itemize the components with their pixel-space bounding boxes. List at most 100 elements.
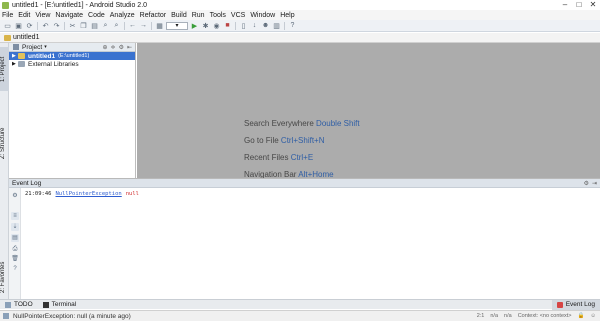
hint-search-everywhere: Search Everywhere Double Shift [244,119,360,128]
toolbar: ▭ ▣ ⟳ ↶ ↷ ✂ ❐ ▤ ⌕ ⌕ ← → ▦ ▾ ▶ ✱ ◉ ■ ▯ ↓ … [0,20,600,32]
menu-tools[interactable]: Tools [210,12,226,19]
forward-icon[interactable]: → [139,21,148,30]
run-config-select[interactable]: ▾ [166,21,188,30]
event-log-entry: 21:09:46 NullPointerException null [25,191,139,197]
hide-icon[interactable]: ⇥ [592,180,597,187]
inspector-icon[interactable]: ☺ [590,313,596,319]
find-icon[interactable]: ⌕ [101,21,110,30]
hint-go-to-file: Go to File Ctrl+Shift+N [244,136,325,145]
tab-project[interactable]: 1: Project [0,47,9,91]
encoding[interactable]: n/a [504,313,512,319]
folder-icon [18,53,25,59]
status-bar: NullPointerException: null (a minute ago… [0,310,600,321]
mark-read-icon[interactable]: ▤ [11,234,19,242]
scroll-to-end-icon[interactable]: ⇣ [11,223,19,231]
run-icon[interactable]: ▶ [190,21,199,30]
print-icon[interactable]: ⎙ [11,245,19,253]
avd-manager-icon[interactable]: ▯ [239,21,248,30]
make-project-icon[interactable]: ▦ [155,21,164,30]
editor-area[interactable]: Search Everywhere Double Shift Go to Fil… [137,43,600,179]
back-icon[interactable]: ← [128,21,137,30]
maximize-button[interactable]: □ [572,0,586,10]
tab-structure[interactable]: Z: Structure [0,123,9,163]
gear-icon[interactable]: ⚙ [119,44,124,51]
paste-icon[interactable]: ▤ [90,21,99,30]
copy-icon[interactable]: ❐ [79,21,88,30]
entry-exception-link[interactable]: NullPointerException [56,191,122,197]
project-panel-header: Project ▾ ⊕ ≑ ⚙ ⇤ [9,43,135,52]
attach-debugger-icon[interactable]: ◉ [212,21,221,30]
undo-icon[interactable]: ↶ [41,21,50,30]
project-structure-icon[interactable]: ▥ [272,21,281,30]
cut-icon[interactable]: ✂ [68,21,77,30]
menu-navigate[interactable]: Navigate [55,12,83,19]
save-icon[interactable]: ▣ [14,21,23,30]
sync-icon[interactable]: ⟳ [25,21,34,30]
tab-terminal-label: Terminal [51,301,77,308]
hide-icon[interactable]: ⇤ [127,44,132,51]
cursor-position[interactable]: 2:1 [477,313,485,319]
hint-label: Recent Files [244,153,289,162]
status-message[interactable]: NullPointerException: null (a minute ago… [13,313,131,320]
entry-suffix: null [125,191,139,197]
context-indicator[interactable]: Context: <no context> [518,313,572,319]
sync-icon[interactable]: ⊕ [103,44,108,51]
debug-icon[interactable]: ✱ [201,21,210,30]
hint-shortcut: Ctrl+Shift+N [280,136,325,145]
folder-icon [4,34,11,41]
library-icon [18,61,25,67]
soft-wrap-icon[interactable]: ≡ [11,212,19,220]
menu-run[interactable]: Run [192,12,205,19]
open-icon[interactable]: ▭ [3,21,12,30]
clear-all-icon[interactable]: 🗑 [11,255,19,263]
bottom-tool-tabs: TODO Terminal Event Log [0,299,600,310]
todo-icon [5,301,11,308]
event-log-icon [556,301,563,308]
minimize-button[interactable]: – [558,0,572,10]
menu-code[interactable]: Code [88,12,105,19]
tree-item-project[interactable]: ▶ untitled1 (E:\untitled1) [9,52,135,60]
collapse-icon[interactable]: ≑ [111,44,116,51]
menu-vcs[interactable]: VCS [231,12,245,19]
window-title: untitled1 - [E:\untitled1] - Android Stu… [12,1,148,9]
stop-icon[interactable]: ■ [223,21,232,30]
tree-item-external-libraries[interactable]: ▶ External Libraries [9,60,135,68]
help-icon[interactable]: ? [11,265,19,273]
tab-favorites[interactable]: 2: Favorites [0,255,9,299]
settings-icon[interactable]: ⚙ [11,192,19,200]
hint-recent-files: Recent Files Ctrl+E [244,153,313,162]
left-tool-strip: 1: Project Z: Structure 2: Favorites [0,43,9,307]
line-separator[interactable]: n/a [490,313,498,319]
title-bar: untitled1 - [E:\untitled1] - Android Stu… [0,0,600,10]
project-panel: Project ▾ ⊕ ≑ ⚙ ⇤ ▶ untitled1 (E:\untitl… [9,43,136,178]
menu-edit[interactable]: Edit [18,12,30,19]
tab-terminal[interactable]: Terminal [38,300,82,310]
menu-analyze[interactable]: Analyze [110,12,135,19]
close-button[interactable]: ✕ [586,0,600,10]
tab-todo[interactable]: TODO [0,300,38,310]
menu-build[interactable]: Build [171,12,187,19]
android-monitor-icon[interactable]: ☻ [261,21,270,30]
tool-windows-icon[interactable] [3,313,9,319]
tree-item-project-path: (E:\untitled1) [58,53,90,59]
gear-icon[interactable]: ⚙ [584,180,589,187]
tab-event-log[interactable]: Event Log [551,299,600,310]
android-studio-icon [2,1,9,9]
menu-file[interactable]: File [2,12,13,19]
menu-view[interactable]: View [35,12,50,19]
lock-icon[interactable]: 🔒 [578,313,585,319]
menu-refactor[interactable]: Refactor [140,12,166,19]
entry-time: 21:09:46 [25,191,52,197]
chevron-down-icon[interactable]: ▾ [44,44,47,50]
replace-icon[interactable]: ⌕ [112,21,121,30]
help-icon[interactable]: ? [288,21,297,30]
project-panel-title[interactable]: Project [22,44,42,51]
menu-bar: File Edit View Navigate Code Analyze Ref… [0,10,600,20]
sdk-manager-icon[interactable]: ↓ [250,21,259,30]
hint-shortcut: Ctrl+E [290,153,314,162]
redo-icon[interactable]: ↷ [52,21,61,30]
breadcrumb-project[interactable]: untitled1 [13,34,39,41]
menu-help[interactable]: Help [280,12,294,19]
project-view-icon [13,44,19,50]
menu-window[interactable]: Window [250,12,275,19]
